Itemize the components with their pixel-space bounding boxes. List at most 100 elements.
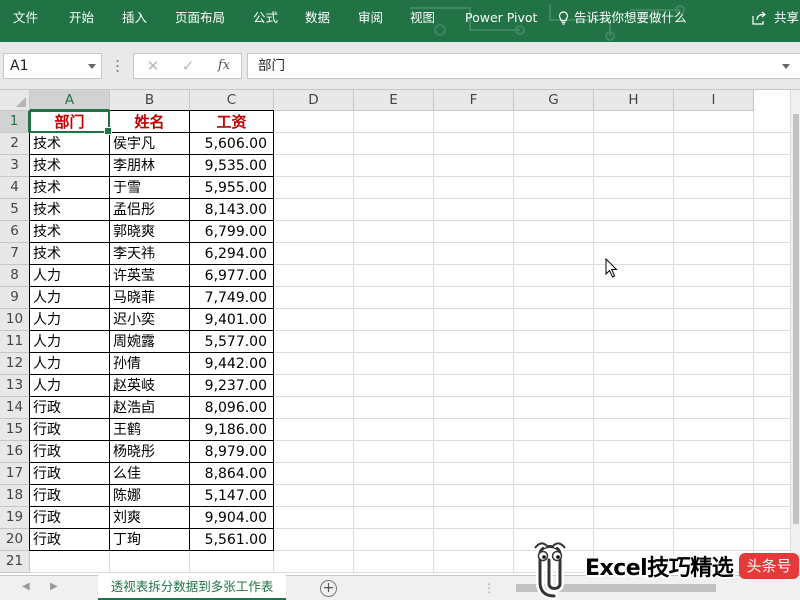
- department-cell[interactable]: 行政: [30, 419, 109, 441]
- row-header-19[interactable]: 19: [0, 507, 30, 529]
- row-header-3[interactable]: 3: [0, 155, 30, 177]
- salary-cell[interactable]: 5,147.00: [190, 485, 273, 507]
- column-header-f[interactable]: F: [434, 90, 514, 111]
- cancel-icon[interactable]: ✕: [138, 54, 168, 78]
- department-cell[interactable]: 行政: [30, 441, 109, 463]
- drag-handle-icon[interactable]: [116, 59, 119, 73]
- name-cell[interactable]: 孙倩: [110, 353, 189, 375]
- row-header-9[interactable]: 9: [0, 287, 30, 309]
- name-cell[interactable]: 李天祎: [110, 243, 189, 265]
- formula-input[interactable]: 部门: [247, 53, 800, 79]
- select-all-button[interactable]: [0, 90, 30, 111]
- department-cell[interactable]: 行政: [30, 397, 109, 419]
- tab-view[interactable]: 视图: [410, 0, 435, 36]
- column-header-a[interactable]: A: [30, 90, 110, 111]
- name-cell[interactable]: 迟小奕: [110, 309, 189, 331]
- department-cell[interactable]: 行政: [30, 485, 109, 507]
- tab-insert[interactable]: 插入: [122, 0, 147, 36]
- header-cell-salary[interactable]: 工资: [190, 111, 273, 133]
- department-cell[interactable]: 人力: [30, 353, 109, 375]
- tab-page-layout[interactable]: 页面布局: [175, 0, 225, 36]
- name-cell[interactable]: 丁珣: [110, 529, 189, 551]
- row-header-21[interactable]: 21: [0, 551, 30, 573]
- tab-power-pivot[interactable]: Power Pivot: [465, 0, 537, 36]
- department-cell[interactable]: 行政: [30, 463, 109, 485]
- department-cell[interactable]: 技术: [30, 133, 109, 155]
- row-header-18[interactable]: 18: [0, 485, 30, 507]
- column-header-b[interactable]: B: [110, 90, 190, 111]
- row-header-14[interactable]: 14: [0, 397, 30, 419]
- tab-home[interactable]: 开始: [69, 0, 94, 36]
- row-header-6[interactable]: 6: [0, 221, 30, 243]
- name-cell[interactable]: 郭晓爽: [110, 221, 189, 243]
- enter-icon[interactable]: ✓: [173, 54, 203, 78]
- department-cell[interactable]: 技术: [30, 177, 109, 199]
- row-header-2[interactable]: 2: [0, 133, 30, 155]
- column-header-g[interactable]: G: [514, 90, 594, 111]
- department-cell[interactable]: 行政: [30, 529, 109, 551]
- name-cell[interactable]: 么佳: [110, 463, 189, 485]
- name-cell[interactable]: 杨晓彤: [110, 441, 189, 463]
- row-header-7[interactable]: 7: [0, 243, 30, 265]
- salary-cell[interactable]: 8,864.00: [190, 463, 273, 485]
- sheet-tab[interactable]: 透视表拆分数据到多张工作表: [98, 575, 286, 600]
- salary-cell[interactable]: 9,186.00: [190, 419, 273, 441]
- department-cell[interactable]: 技术: [30, 243, 109, 265]
- name-cell[interactable]: 李朋林: [110, 155, 189, 177]
- tab-file[interactable]: 文件: [13, 0, 38, 36]
- name-cell[interactable]: 于雪: [110, 177, 189, 199]
- salary-cell[interactable]: 6,294.00: [190, 243, 273, 265]
- department-cell[interactable]: 人力: [30, 331, 109, 353]
- salary-cell[interactable]: 9,535.00: [190, 155, 273, 177]
- column-header-d[interactable]: D: [274, 90, 354, 111]
- name-cell[interactable]: 陈娜: [110, 485, 189, 507]
- salary-cell[interactable]: 7,749.00: [190, 287, 273, 309]
- salary-cell[interactable]: 5,606.00: [190, 133, 273, 155]
- expand-formula-bar-icon[interactable]: [782, 64, 790, 69]
- name-cell[interactable]: 马晓菲: [110, 287, 189, 309]
- department-cell[interactable]: 人力: [30, 265, 109, 287]
- column-header-e[interactable]: E: [354, 90, 434, 111]
- name-cell[interactable]: 刘爽: [110, 507, 189, 529]
- column-header-h[interactable]: H: [594, 90, 674, 111]
- name-cell[interactable]: 许英莹: [110, 265, 189, 287]
- row-header-20[interactable]: 20: [0, 529, 30, 551]
- salary-cell[interactable]: 5,577.00: [190, 331, 273, 353]
- name-box-dropdown-icon[interactable]: [88, 64, 96, 69]
- salary-cell[interactable]: 9,904.00: [190, 507, 273, 529]
- salary-cell[interactable]: 6,799.00: [190, 221, 273, 243]
- salary-cell[interactable]: 5,955.00: [190, 177, 273, 199]
- name-cell[interactable]: 赵英岐: [110, 375, 189, 397]
- row-header-17[interactable]: 17: [0, 463, 30, 485]
- row-header-11[interactable]: 11: [0, 331, 30, 353]
- row-header-1[interactable]: 1: [0, 111, 30, 133]
- name-box[interactable]: A1: [3, 53, 102, 79]
- department-cell[interactable]: 行政: [30, 507, 109, 529]
- salary-cell[interactable]: 9,401.00: [190, 309, 273, 331]
- worksheet-grid[interactable]: A B C D E F G H I 1 2 3 4 5 6 7 8 9 10 11 12 13 14 15 16 17 18 19 20…: [0, 90, 800, 575]
- row-header-5[interactable]: 5: [0, 199, 30, 221]
- salary-cell[interactable]: 8,096.00: [190, 397, 273, 419]
- header-cell-name[interactable]: 姓名: [110, 111, 189, 133]
- tab-data[interactable]: 数据: [305, 0, 330, 36]
- name-cell[interactable]: 赵浩卣: [110, 397, 189, 419]
- salary-cell[interactable]: 8,979.00: [190, 441, 273, 463]
- add-sheet-button[interactable]: +: [320, 580, 337, 597]
- insert-function-icon[interactable]: fx: [209, 54, 239, 78]
- row-header-12[interactable]: 12: [0, 353, 30, 375]
- row-header-10[interactable]: 10: [0, 309, 30, 331]
- row-header-8[interactable]: 8: [0, 265, 30, 287]
- active-cell-selection[interactable]: [29, 110, 112, 135]
- row-header-4[interactable]: 4: [0, 177, 30, 199]
- salary-cell[interactable]: 8,143.00: [190, 199, 273, 221]
- name-cell[interactable]: 孟侣彤: [110, 199, 189, 221]
- row-header-15[interactable]: 15: [0, 419, 30, 441]
- department-cell[interactable]: 技术: [30, 155, 109, 177]
- salary-cell[interactable]: 6,977.00: [190, 265, 273, 287]
- name-cell[interactable]: 王鹤: [110, 419, 189, 441]
- department-cell[interactable]: 人力: [30, 375, 109, 397]
- department-cell[interactable]: 技术: [30, 199, 109, 221]
- row-header-16[interactable]: 16: [0, 441, 30, 463]
- row-header-13[interactable]: 13: [0, 375, 30, 397]
- salary-cell[interactable]: 9,442.00: [190, 353, 273, 375]
